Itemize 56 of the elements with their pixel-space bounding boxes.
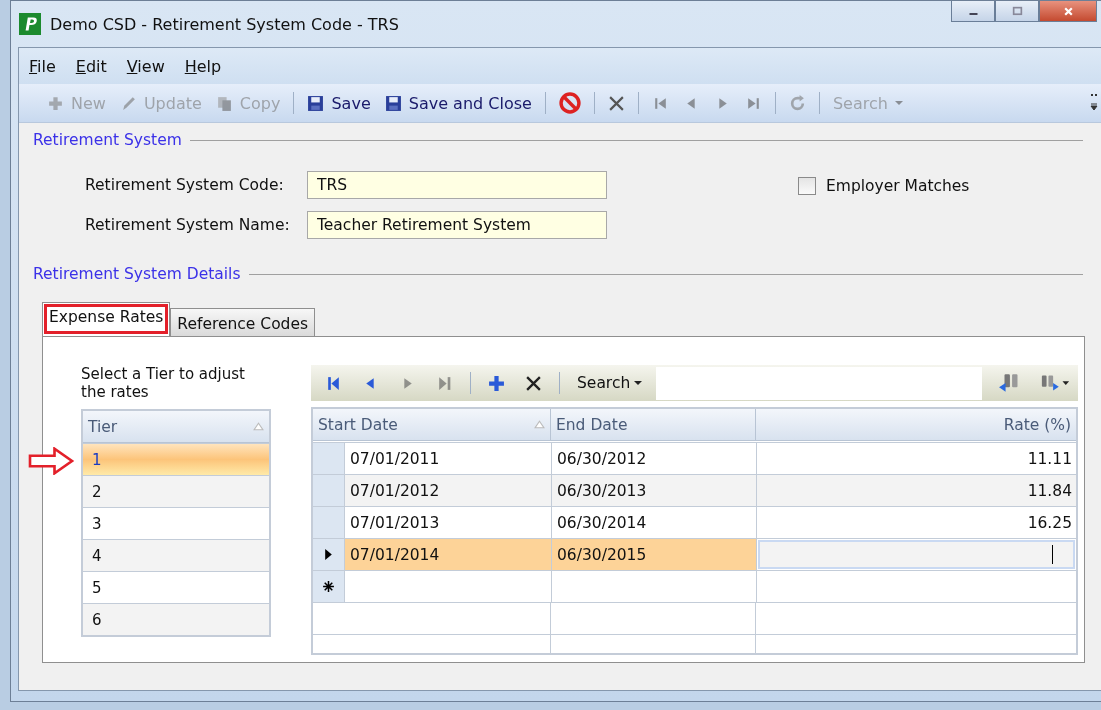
row-pointer-icon: [325, 549, 332, 560]
table-cell: 07/01/2014: [345, 539, 552, 570]
menu-item[interactable]: File: [27, 54, 58, 78]
menu-item[interactable]: Help: [182, 54, 224, 78]
tier-caption: Select a Tier to adjust the rates: [81, 365, 246, 403]
plus-icon: [47, 94, 64, 112]
plus-icon: [488, 374, 505, 392]
field-label: Retirement System Name:: [85, 216, 291, 234]
app-logo-icon: [19, 13, 41, 35]
table-cell: 11.84: [757, 475, 1076, 506]
caret-icon: [634, 381, 643, 385]
caret-icon: [894, 101, 903, 105]
x-mark-icon: [607, 94, 625, 112]
tab[interactable]: Reference Codes: [170, 308, 316, 336]
x-mark-icon: [525, 374, 542, 392]
column-header[interactable]: Start Date: [313, 409, 551, 441]
sort-icon: [253, 422, 264, 431]
save-button[interactable]: Save and Close: [380, 90, 536, 116]
close-icon: [1062, 5, 1074, 17]
skip-forward-icon: [436, 374, 453, 392]
refresh-icon: [788, 94, 806, 112]
field-label: Retirement System Code:: [85, 176, 285, 194]
no-entry-icon: [558, 92, 581, 114]
checkbox[interactable]: [798, 177, 816, 195]
search-field[interactable]: [656, 366, 983, 400]
input-field[interactable]: Teacher Retirement System: [307, 211, 607, 239]
column-header[interactable]: Tier: [83, 411, 269, 443]
section-heading: Retirement System: [33, 131, 182, 149]
new-row-icon: [322, 580, 335, 593]
minimize-icon: [968, 13, 978, 15]
section-heading: Retirement System Details: [33, 265, 241, 283]
skip-back-icon: [325, 374, 342, 392]
close-button[interactable]: [1039, 1, 1097, 22]
tier-row[interactable]: 4: [83, 539, 269, 571]
save-button[interactable]: Save: [303, 90, 375, 116]
menu-item[interactable]: View: [124, 54, 167, 78]
minimize-button[interactable]: [951, 1, 995, 22]
sort-icon: [534, 420, 545, 429]
column-header[interactable]: End Date: [551, 409, 756, 441]
table-cell: 07/01/2012: [345, 475, 552, 506]
input-field[interactable]: TRS: [307, 171, 607, 199]
window-title: Demo CSD - Retirement System Code - TRS: [50, 14, 399, 34]
tab[interactable]: Expense Rates: [42, 302, 171, 336]
maximize-button[interactable]: [995, 1, 1039, 22]
tier-row[interactable]: 2: [83, 475, 269, 507]
copy-icon: [215, 94, 233, 112]
table-cell: 06/30/2013: [552, 475, 757, 506]
rate-input-field[interactable]: [758, 540, 1075, 569]
table-cell: 06/30/2015: [552, 539, 757, 570]
tier-row[interactable]: 6: [83, 603, 269, 635]
maximize-icon: [1011, 5, 1023, 17]
checkbox-label: Employer Matches: [826, 177, 970, 195]
menu-item[interactable]: Edit: [73, 54, 109, 78]
search-button[interactable]: Search: [571, 372, 649, 394]
column-header[interactable]: Rate (%): [756, 409, 1076, 441]
row-header[interactable]: [313, 539, 345, 570]
